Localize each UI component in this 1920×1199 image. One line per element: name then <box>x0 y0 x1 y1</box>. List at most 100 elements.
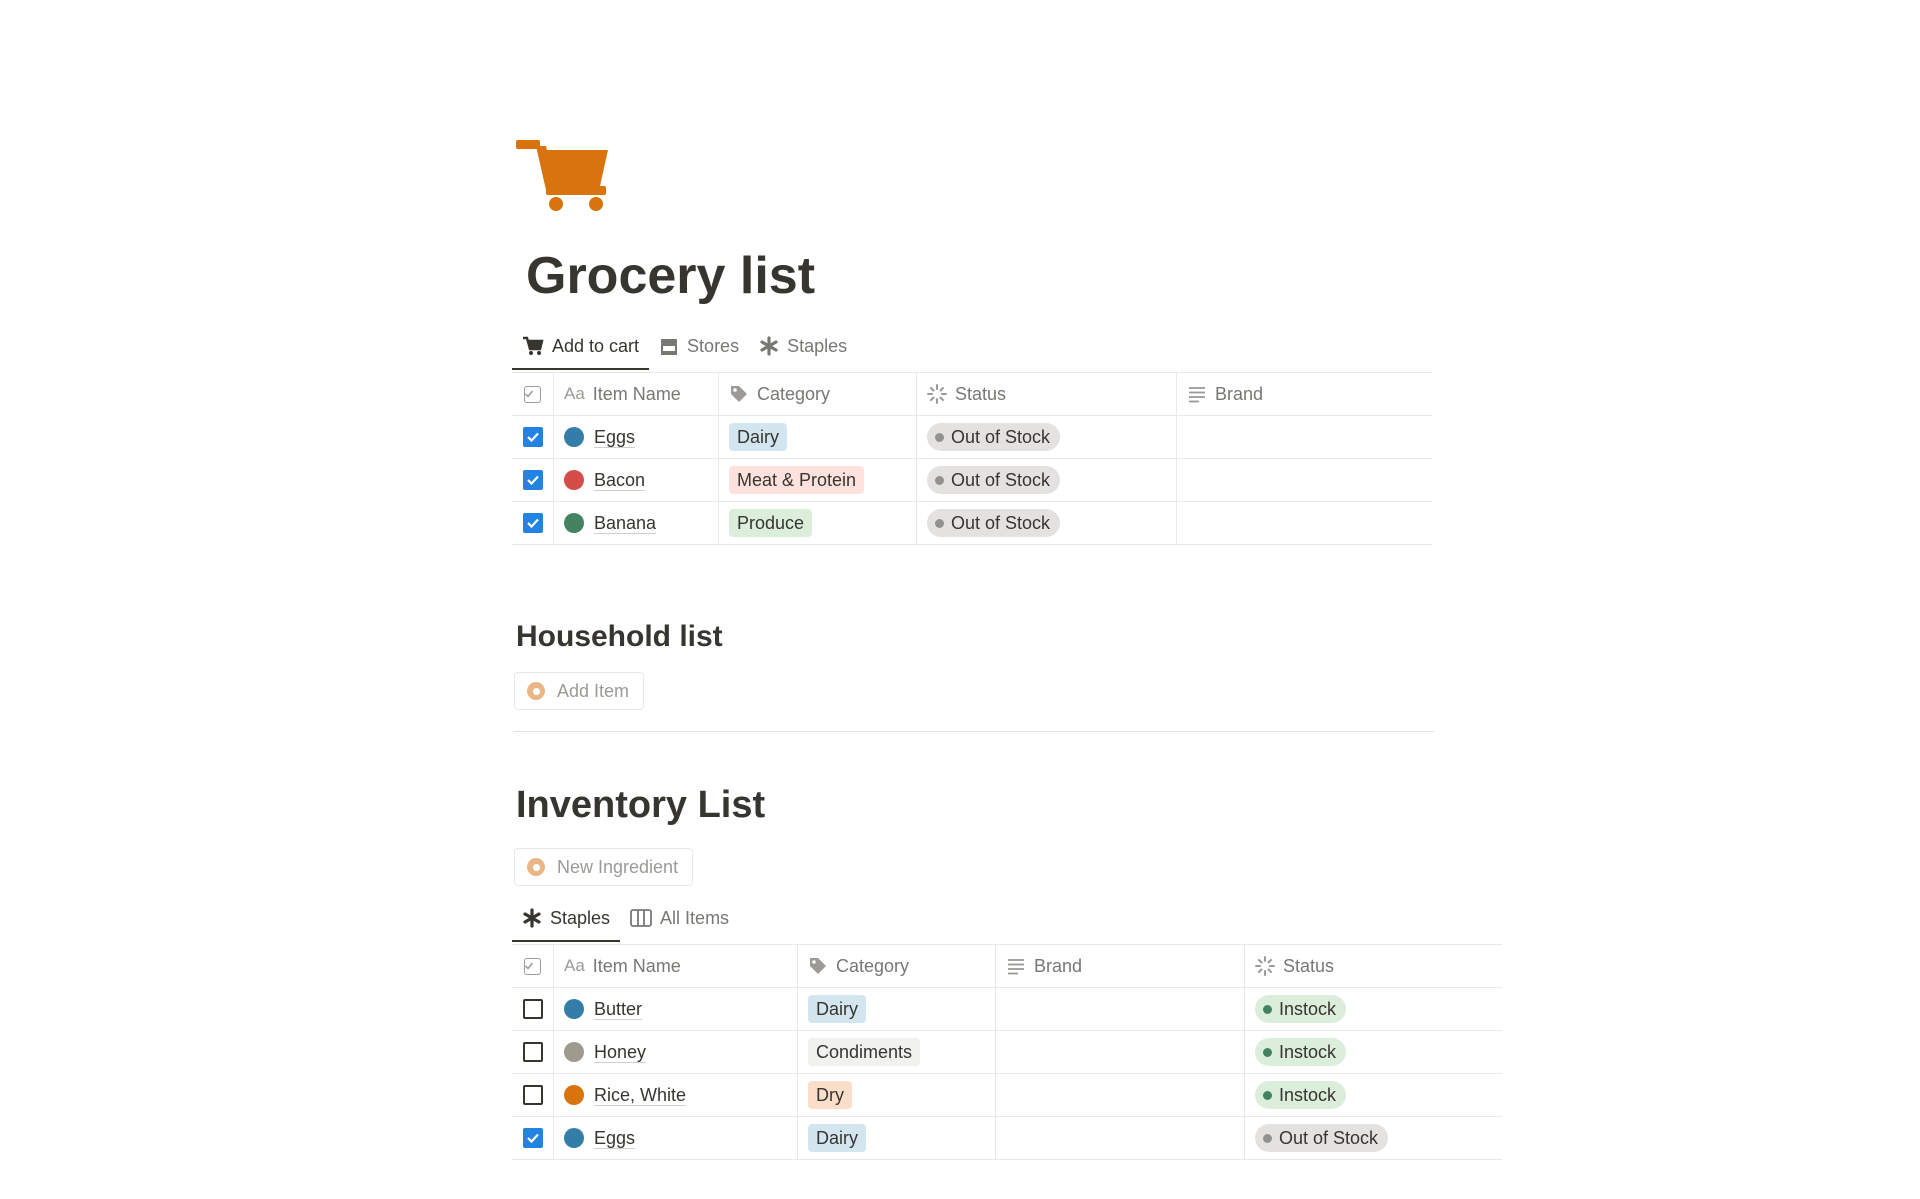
category-cell[interactable]: Produce <box>719 502 917 544</box>
column-label: Item Name <box>592 955 681 976</box>
item-dot-icon <box>564 1128 584 1148</box>
status-badge: Instock <box>1255 995 1347 1023</box>
column-header-brand[interactable]: Brand <box>996 945 1245 987</box>
status-cell[interactable]: Out of Stock <box>1245 1117 1502 1159</box>
board-icon <box>630 909 652 927</box>
checkbox-checked[interactable] <box>522 470 543 490</box>
status-badge: Instock <box>1255 1081 1347 1109</box>
table-row: Eggs Dairy Out of Stock <box>512 416 1432 459</box>
brand-cell[interactable] <box>1177 459 1432 501</box>
category-tag: Produce <box>729 509 813 537</box>
cart-icon <box>523 336 544 355</box>
select-all-header[interactable] <box>512 945 554 987</box>
column-label: Item Name <box>592 383 681 404</box>
brand-cell[interactable] <box>1177 502 1432 544</box>
tab-all-items[interactable]: All Items <box>620 896 739 940</box>
column-header-category[interactable]: Category <box>719 373 917 415</box>
shopping-cart-icon[interactable] <box>516 136 610 216</box>
asterisk-icon <box>523 908 541 928</box>
item-name[interactable]: Eggs <box>594 1128 636 1149</box>
text-property-icon: Aa <box>564 384 585 403</box>
status-cell[interactable]: Out of Stock <box>917 459 1177 501</box>
check-icon <box>526 1133 539 1144</box>
divider <box>514 731 1434 732</box>
column-header-brand[interactable]: Brand <box>1177 373 1432 415</box>
item-name[interactable]: Butter <box>594 999 643 1020</box>
brand-cell[interactable] <box>996 1074 1245 1116</box>
column-header-item-name[interactable]: Aa Item Name <box>554 373 719 415</box>
checkbox-cell <box>512 1031 554 1073</box>
status-dot-icon <box>935 518 944 528</box>
column-header-status[interactable]: Status <box>1245 945 1502 987</box>
checkbox-cell <box>512 416 554 458</box>
status-label: Out of Stock <box>1279 1128 1379 1148</box>
checkbox[interactable] <box>522 999 543 1019</box>
category-tag: Dairy <box>808 1124 867 1152</box>
status-cell[interactable]: Out of Stock <box>917 502 1177 544</box>
item-name[interactable]: Banana <box>594 513 657 534</box>
checkbox-header-icon <box>524 957 541 975</box>
brand-cell[interactable] <box>996 988 1245 1030</box>
item-name-cell[interactable]: Butter <box>554 988 798 1030</box>
tab-staples-inventory[interactable]: Staples <box>512 896 621 942</box>
item-dot-icon <box>564 427 584 447</box>
status-dot-icon <box>1263 1133 1272 1143</box>
add-item-button[interactable]: Add Item <box>514 672 645 710</box>
item-name[interactable]: Bacon <box>594 470 646 491</box>
status-cell[interactable]: Instock <box>1245 988 1502 1030</box>
brand-cell[interactable] <box>1177 416 1432 458</box>
tab-stores[interactable]: Stores <box>649 324 749 368</box>
item-dot-icon <box>564 1042 584 1062</box>
item-name-cell[interactable]: Eggs <box>554 1117 798 1159</box>
item-name[interactable]: Rice, White <box>594 1085 687 1106</box>
checkbox-cell <box>512 1074 554 1116</box>
category-cell[interactable]: Meat & Protein <box>719 459 917 501</box>
brand-cell[interactable] <box>996 1031 1245 1073</box>
check-icon <box>526 518 539 529</box>
status-cell[interactable]: Instock <box>1245 1031 1502 1073</box>
item-name-cell[interactable]: Eggs <box>554 416 719 458</box>
table-row: Bacon Meat & Protein Out of Stock <box>512 459 1432 502</box>
column-header-category[interactable]: Category <box>798 945 996 987</box>
table-row: Rice, White Dry Instock <box>512 1074 1502 1117</box>
category-cell[interactable]: Dairy <box>798 1117 996 1159</box>
item-name-cell[interactable]: Honey <box>554 1031 798 1073</box>
category-cell[interactable]: Dairy <box>719 416 917 458</box>
table-header: Aa Item Name Category Status Brand <box>512 373 1432 416</box>
inventory-rows: Butter Dairy Instock Honey Condiments Instock… <box>512 988 1502 1160</box>
checkbox[interactable] <box>522 1042 543 1062</box>
tab-add-to-cart[interactable]: Add to cart <box>512 324 650 370</box>
status-dot-icon <box>1263 1047 1272 1057</box>
column-header-status[interactable]: Status <box>917 373 1177 415</box>
text-lines-icon <box>1008 959 1024 975</box>
category-tag: Meat & Protein <box>729 466 865 494</box>
item-name[interactable]: Eggs <box>594 427 636 448</box>
status-icon <box>927 384 947 404</box>
item-name-cell[interactable]: Bacon <box>554 459 719 501</box>
column-header-item-name[interactable]: Aa Item Name <box>554 945 798 987</box>
checkbox[interactable] <box>522 1085 543 1105</box>
item-name-cell[interactable]: Banana <box>554 502 719 544</box>
new-ingredient-button[interactable]: New Ingredient <box>514 848 694 886</box>
category-cell[interactable]: Condiments <box>798 1031 996 1073</box>
tab-staples[interactable]: Staples <box>749 324 857 368</box>
status-dot-icon <box>935 475 944 485</box>
table-row: Banana Produce Out of Stock <box>512 502 1432 545</box>
item-name-cell[interactable]: Rice, White <box>554 1074 798 1116</box>
category-tag: Dry <box>808 1081 852 1109</box>
status-cell[interactable]: Out of Stock <box>917 416 1177 458</box>
status-badge: Out of Stock <box>1255 1124 1389 1152</box>
status-badge: Out of Stock <box>927 466 1061 494</box>
status-dot-icon <box>1263 1090 1272 1100</box>
item-name[interactable]: Honey <box>594 1042 647 1063</box>
select-all-header[interactable] <box>512 373 554 415</box>
status-cell[interactable]: Instock <box>1245 1074 1502 1116</box>
checkbox-checked[interactable] <box>522 1128 543 1148</box>
brand-cell[interactable] <box>996 1117 1245 1159</box>
category-cell[interactable]: Dairy <box>798 988 996 1030</box>
checkbox-checked[interactable] <box>522 427 543 447</box>
text-property-icon: Aa <box>564 956 585 975</box>
category-cell[interactable]: Dry <box>798 1074 996 1116</box>
checkbox-checked[interactable] <box>522 513 543 533</box>
grocery-table: Aa Item Name Category Status Brand Eggs … <box>512 372 1432 545</box>
